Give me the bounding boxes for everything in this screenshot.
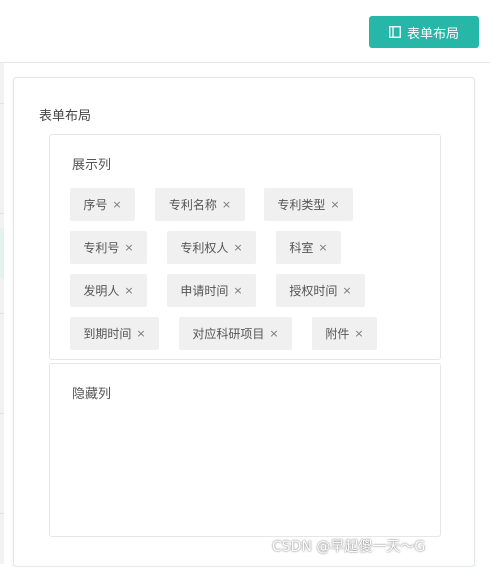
column-tag[interactable]: 申请时间 × [167, 274, 256, 307]
close-icon[interactable]: × [342, 284, 351, 297]
close-icon[interactable]: × [330, 198, 339, 211]
column-tag-label: 科室 [289, 241, 314, 255]
hidden-columns-section[interactable]: 隐藏列 [49, 363, 441, 537]
shown-columns-section[interactable]: 展示列 序号 × 专利名称 × 专利类型 × 专利号 × 专利权人 × 科室 ×… [49, 134, 441, 360]
column-tag-label: 授权时间 [289, 284, 338, 298]
close-icon[interactable]: × [112, 198, 121, 211]
column-tag[interactable]: 科室 × [276, 231, 341, 264]
column-tag[interactable]: 附件 × [312, 317, 377, 350]
column-tag-label: 发明人 [83, 284, 120, 298]
close-icon[interactable]: × [222, 198, 231, 211]
layout-icon [389, 26, 401, 38]
form-layout-button-label: 表单布局 [406, 26, 459, 42]
close-icon[interactable]: × [269, 327, 278, 340]
column-tag-label: 专利名称 [168, 198, 217, 212]
column-tag-label: 序号 [83, 198, 108, 212]
form-layout-dialog: 表单布局 展示列 序号 × 专利名称 × 专利类型 × 专利号 × 专利权人 ×… [13, 77, 475, 567]
column-tag[interactable]: 授权时间 × [276, 274, 365, 307]
column-tag[interactable]: 到期时间 × [70, 317, 159, 350]
close-icon[interactable]: × [318, 241, 327, 254]
close-icon[interactable]: × [124, 241, 133, 254]
column-tag[interactable]: 序号 × [70, 188, 135, 221]
column-tag[interactable]: 发明人 × [70, 274, 147, 307]
close-icon[interactable]: × [124, 284, 133, 297]
column-tag-label: 专利号 [83, 241, 120, 255]
top-toolbar: 表单布局 [0, 0, 490, 63]
column-tag-label: 附件 [325, 327, 350, 341]
column-tag-label: 申请时间 [180, 284, 229, 298]
background-table-edge [0, 63, 4, 564]
column-tag-label: 专利权人 [180, 241, 229, 255]
watermark: CSDN @早起傻一天～G [272, 539, 426, 555]
hidden-columns-label: 隐藏列 [72, 387, 112, 402]
close-icon[interactable]: × [233, 284, 242, 297]
column-tag-label: 到期时间 [83, 327, 132, 341]
column-tag[interactable]: 对应科研项目 × [179, 317, 292, 350]
column-tag-label: 对应科研项目 [192, 327, 265, 341]
shown-columns-label: 展示列 [72, 158, 112, 173]
dialog-title: 表单布局 [39, 109, 92, 124]
close-icon[interactable]: × [354, 327, 363, 340]
column-tag-label: 专利类型 [277, 198, 326, 212]
column-tag[interactable]: 专利权人 × [167, 231, 256, 264]
column-tag[interactable]: 专利名称 × [155, 188, 245, 221]
column-tag[interactable]: 专利号 × [70, 231, 147, 264]
close-icon[interactable]: × [136, 327, 145, 340]
close-icon[interactable]: × [233, 241, 242, 254]
column-tag[interactable]: 专利类型 × [264, 188, 353, 221]
form-layout-button[interactable]: 表单布局 [369, 16, 479, 48]
